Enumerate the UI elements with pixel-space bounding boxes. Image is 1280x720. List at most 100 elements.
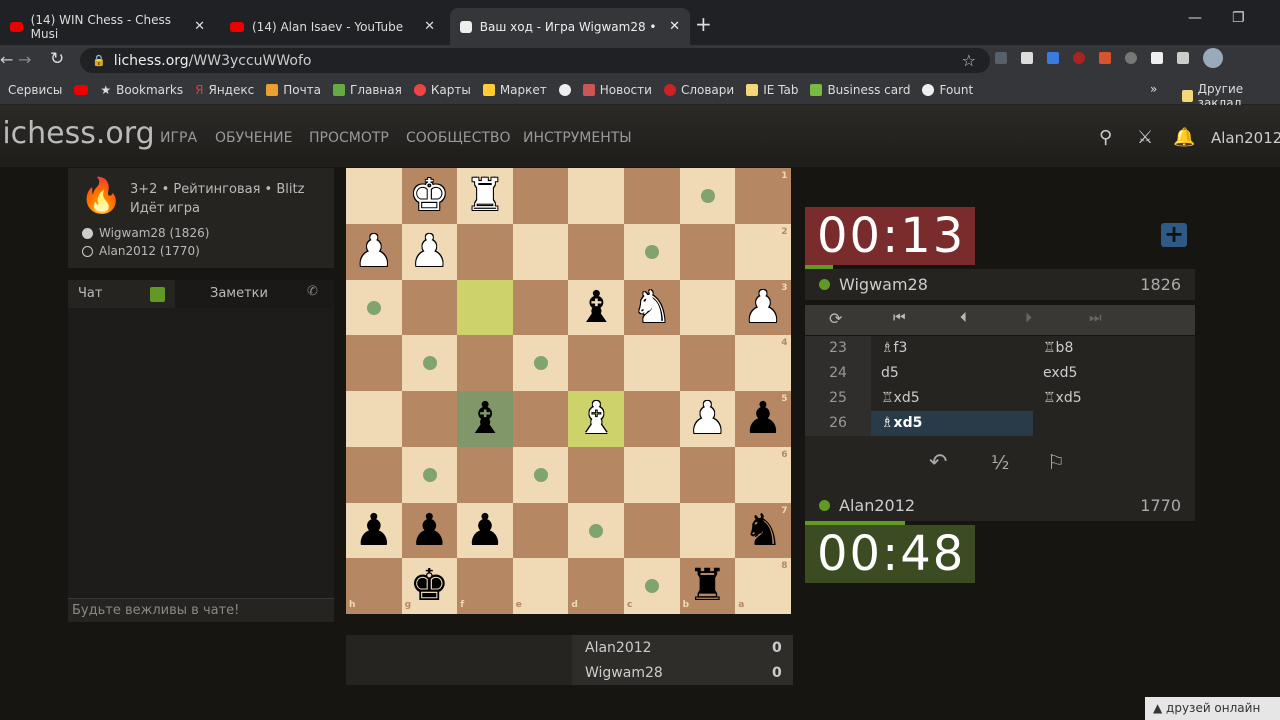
- nav-tools[interactable]: ИНСТРУМЕНТЫ: [523, 130, 632, 146]
- minimize-button[interactable]: —: [1188, 10, 1202, 26]
- square-c5[interactable]: [624, 391, 680, 447]
- square-e2[interactable]: [512, 223, 569, 280]
- user-menu[interactable]: Alan2012: [1211, 129, 1280, 147]
- extension-icon[interactable]: [1073, 52, 1085, 64]
- move-hint-dot[interactable]: [589, 523, 604, 538]
- square-e1[interactable]: [512, 168, 569, 224]
- black-bishop[interactable]: ♝: [568, 280, 624, 336]
- reload-icon[interactable]: ↻: [50, 49, 64, 69]
- square-b6[interactable]: [679, 446, 736, 503]
- square-d2[interactable]: [568, 223, 624, 280]
- square-h1[interactable]: [346, 168, 402, 224]
- bookmark[interactable]: IE Tab: [746, 83, 798, 97]
- tab-notes[interactable]: Заметки ✆: [175, 280, 334, 308]
- bookmark[interactable]: Business card: [810, 83, 910, 97]
- white-rook[interactable]: ♜: [457, 168, 513, 224]
- white-player-link[interactable]: Wigwam28 (1826): [82, 226, 209, 240]
- extension-icon[interactable]: [1099, 52, 1111, 64]
- browser-tab[interactable]: (14) Alan Isaev - YouTube ✕: [220, 8, 445, 45]
- square-c7[interactable]: [624, 502, 680, 559]
- black-bishop[interactable]: ♝: [457, 391, 513, 447]
- restore-button[interactable]: ❐: [1232, 10, 1245, 26]
- black-pawn[interactable]: ♟: [346, 503, 402, 559]
- first-move-icon[interactable]: ⏮: [893, 310, 906, 326]
- bookmark[interactable]: Fount: [922, 83, 973, 97]
- black-move[interactable]: exd5: [1033, 361, 1195, 386]
- move-hint-dot[interactable]: [533, 467, 548, 482]
- move-hint-dot[interactable]: [422, 467, 437, 482]
- takeback-icon[interactable]: ↶: [929, 450, 947, 475]
- bookmark[interactable]: Новости: [582, 83, 652, 97]
- nav-watch[interactable]: ПРОСМОТР: [309, 130, 389, 146]
- square-b3[interactable]: [679, 279, 736, 336]
- square-h6[interactable]: [346, 446, 402, 503]
- nav-play[interactable]: ИГРА: [160, 130, 197, 146]
- square-f3[interactable]: [457, 279, 513, 336]
- bookmark[interactable]: Главная: [333, 83, 402, 97]
- challenge-icon[interactable]: ⚔: [1137, 127, 1153, 148]
- new-tab-button[interactable]: +: [695, 12, 712, 36]
- square-e5[interactable]: [512, 391, 569, 447]
- globe-icon[interactable]: [558, 83, 571, 96]
- bookmark[interactable]: Я Яндекс: [195, 83, 254, 97]
- white-move[interactable]: ♗f3: [871, 336, 1033, 361]
- close-tab-icon[interactable]: ✕: [669, 19, 680, 34]
- chat-toggle[interactable]: [150, 287, 165, 302]
- white-move[interactable]: ♖xd5: [871, 386, 1033, 411]
- extension-icon[interactable]: [1021, 52, 1033, 64]
- white-pawn[interactable]: ♟: [402, 224, 458, 280]
- bookmark[interactable]: Маркет: [482, 83, 547, 97]
- star-icon[interactable]: ☆: [962, 51, 976, 70]
- white-pawn[interactable]: ♟: [346, 224, 402, 280]
- crosstable-player[interactable]: Wigwam28: [585, 665, 663, 681]
- black-pawn[interactable]: ♟: [735, 391, 791, 447]
- square-d6[interactable]: [568, 446, 624, 503]
- square-d1[interactable]: [568, 168, 624, 224]
- location-icon[interactable]: [1125, 52, 1137, 64]
- nav-community[interactable]: СООБЩЕСТВО: [406, 130, 511, 146]
- square-b4[interactable]: [679, 335, 736, 391]
- chat-input[interactable]: Будьте вежливы в чате!: [68, 598, 334, 622]
- extension-icon[interactable]: [1047, 52, 1059, 64]
- move-hint-dot[interactable]: [422, 356, 437, 371]
- square-d4[interactable]: [568, 335, 624, 391]
- black-move[interactable]: [1033, 411, 1195, 436]
- search-icon[interactable]: ⚲: [1099, 127, 1112, 148]
- square-c6[interactable]: [624, 446, 680, 503]
- move-hint-dot[interactable]: [645, 244, 659, 259]
- more-bookmarks-icon[interactable]: »: [1150, 82, 1157, 96]
- own-player[interactable]: Alan2012 1770: [805, 490, 1195, 521]
- site-logo[interactable]: lichess.org: [0, 116, 155, 151]
- close-tab-icon[interactable]: ✕: [424, 19, 435, 34]
- square-e7[interactable]: [512, 502, 569, 559]
- black-pawn[interactable]: ♟: [402, 503, 458, 559]
- white-pawn[interactable]: ♟: [680, 391, 736, 447]
- opponent-player[interactable]: Wigwam28 1826: [805, 269, 1195, 300]
- bookmark[interactable]: Почта: [266, 83, 321, 97]
- square-h4[interactable]: [346, 335, 402, 391]
- add-time-button[interactable]: +: [1161, 222, 1187, 247]
- close-tab-icon[interactable]: ✕: [194, 19, 205, 34]
- friends-online-button[interactable]: ▲ друзей онлайн: [1145, 697, 1280, 720]
- offer-draw-button[interactable]: ½: [991, 452, 1009, 474]
- square-c1[interactable]: [624, 168, 680, 224]
- back-icon[interactable]: ←: [0, 50, 13, 69]
- bookmark[interactable]: Карты: [413, 83, 471, 97]
- next-move-icon[interactable]: ⏵: [1025, 310, 1032, 326]
- black-pawn[interactable]: ♟: [457, 503, 513, 559]
- extension-icon[interactable]: [995, 52, 1007, 64]
- bell-icon[interactable]: 🔔: [1173, 127, 1195, 148]
- crosstable-player[interactable]: Alan2012: [585, 640, 652, 656]
- square-g3[interactable]: [401, 279, 458, 336]
- forward-icon[interactable]: →: [18, 50, 31, 69]
- chess-board[interactable]: ♚ ♜ 1 ♟ ♟ 2 ♝ ♞ 3 ♟ 4 ♝ ♝ ♟ 5 ♟ 6 ♟ ♟ ♟ 7 ♞ h g ♚ f e d c b ♜ 8 a: [346, 168, 791, 614]
- avatar[interactable]: [1203, 48, 1223, 68]
- black-king[interactable]: ♚: [402, 558, 458, 614]
- white-pawn[interactable]: ♟: [735, 280, 791, 336]
- square-f2[interactable]: [457, 223, 513, 280]
- move-hint-dot[interactable]: [533, 356, 548, 371]
- browser-tab[interactable]: (14) WIN Chess - Chess Musi ✕: [0, 8, 215, 45]
- flip-board-icon[interactable]: ⟳: [829, 309, 842, 328]
- youtube-icon[interactable]: [74, 84, 89, 95]
- tab-chat[interactable]: Чат: [68, 280, 175, 308]
